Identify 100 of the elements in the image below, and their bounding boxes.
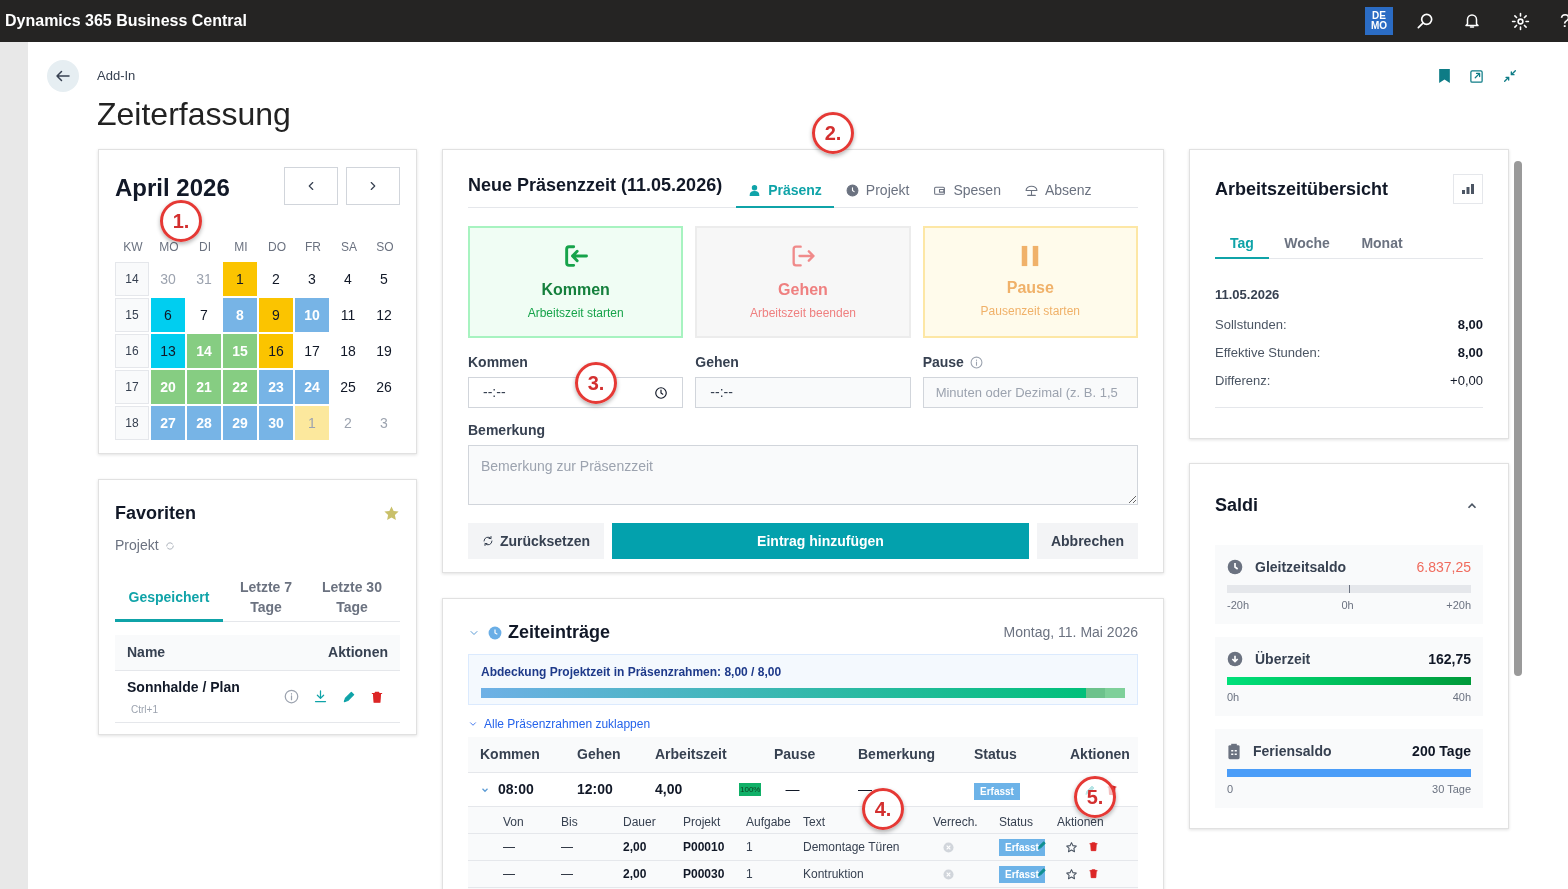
scale-label: 0h [1341, 598, 1354, 613]
field-label: Bemerkung [468, 421, 547, 440]
table-cell-text: 08:00 [498, 780, 534, 799]
star-icon [383, 505, 400, 522]
chart-button[interactable] [1453, 174, 1483, 204]
add-entry-button[interactable]: Eintrag hinzufügen [612, 523, 1029, 559]
calendar-day[interactable]: 18 [331, 334, 365, 368]
column-header: Bis [561, 813, 578, 831]
column-header: Kommen [480, 745, 541, 764]
section-title: Zeiteinträge [508, 621, 611, 644]
balance-value: 6.837,25 [1416, 557, 1471, 577]
table-cell-text: 4,00 [655, 780, 684, 799]
week-number: 14 [115, 262, 149, 296]
settings-icon [1511, 11, 1530, 31]
zero-marker [1349, 585, 1350, 593]
scale-label: +20h [1446, 598, 1471, 613]
table-cell-text: P00010 [683, 839, 726, 856]
x-circle-icon [943, 868, 954, 880]
calendar-day[interactable]: 2 [331, 406, 365, 440]
entry-type-tab[interactable]: Absenz [1012, 174, 1104, 208]
user-badge[interactable]: DE MO [1365, 7, 1393, 35]
pause-input[interactable]: Minuten oder Dezimal (z. B. 1,5 [922, 377, 1138, 408]
bookmark-icon[interactable] [1438, 68, 1451, 84]
collapse-all-link[interactable]: Alle Präsenzrahmen zuklappen [484, 715, 651, 733]
collapse-icon [1502, 68, 1518, 84]
cancel-button[interactable]: Abbrechen [1037, 523, 1138, 559]
calendar-day[interactable]: 30 [151, 262, 185, 296]
overview-date: 11.05.2026 [1215, 286, 1281, 304]
calendar-day[interactable]: 25 [331, 370, 365, 404]
entry-type-tab[interactable]: Projekt [833, 174, 922, 208]
app-title: Dynamics 365 Business Central [5, 11, 247, 31]
column-header: Name [127, 643, 166, 662]
search-icon [1415, 11, 1435, 31]
calendar-day[interactable]: 5 [367, 262, 401, 296]
table-cell-text: — [503, 866, 516, 883]
favorites-tab[interactable]: Letzte 7 Tage [223, 574, 309, 622]
table-cell-text: Kontruktion [803, 866, 865, 883]
scale-label: 0h [1227, 690, 1240, 705]
scale-label: 30 Tage [1432, 782, 1471, 797]
calendar-day[interactable]: 4 [331, 262, 365, 296]
remark-field[interactable]: Bemerkung zur Präsenzzeit [468, 445, 1138, 505]
bell-icon [1463, 12, 1481, 30]
column-header: Projekt [683, 813, 721, 831]
calendar-day[interactable]: 2 [259, 262, 293, 296]
star-icon [1065, 867, 1078, 881]
table-cell-text: 12:00 [577, 780, 614, 799]
balance-label: Gleitzeitsaldo [1255, 557, 1347, 577]
entry-type-tab[interactable]: Präsenz [736, 174, 834, 208]
download-circle-icon [1227, 651, 1243, 667]
scale-label: 40h [1452, 690, 1471, 705]
clock-icon [845, 183, 859, 197]
calendar-day[interactable]: 9 [259, 298, 293, 332]
entry-type-tab[interactable]: Spesen [921, 174, 1013, 208]
clipboard-icon [1227, 742, 1241, 760]
coverage-label: Abdeckung Projektzeit in Präsenzrahmen: 8,00 / 8,00 [481, 664, 783, 681]
calendar-day[interactable]: 12 [367, 298, 401, 332]
calendar-day[interactable]: 3 [367, 406, 401, 440]
column-header: Status [974, 745, 1018, 764]
reset-button[interactable]: Zurücksetzen [468, 523, 604, 559]
column-header: Pause [773, 745, 817, 764]
column-header: Von [503, 813, 524, 831]
clock-icon [1227, 559, 1243, 575]
bar-chart-icon [1462, 184, 1474, 194]
calendar-day[interactable]: 3 [295, 262, 329, 296]
period-tab[interactable]: Monat [1345, 230, 1419, 259]
calendar-day[interactable]: 11 [331, 298, 365, 332]
favorites-subtitle: Projekt [115, 536, 159, 555]
status-badge: Erfasst [974, 782, 1020, 800]
calendar-day[interactable]: 16 [259, 334, 293, 368]
popout-icon [1469, 68, 1484, 84]
field-label: Kommen [468, 353, 529, 372]
back-button[interactable] [47, 60, 79, 92]
time-action-button[interactable]: Kommen Arbeitszeit starten [468, 226, 684, 338]
balance-value: 200 Tage [1412, 741, 1471, 761]
calendar-day[interactable]: 26 [367, 370, 401, 404]
saldi-title: Saldi [1215, 494, 1258, 517]
period-tab[interactable]: Tag [1215, 230, 1269, 259]
calendar-day[interactable]: 6 [151, 298, 185, 332]
stat-label: Differenz: [1215, 371, 1271, 390]
favorites-title: Favoriten [115, 502, 197, 525]
favorite-name: Sonnhalde / Plan [127, 677, 240, 697]
page-title: Zeiterfassung [97, 95, 291, 134]
table-cell-text: Demontage Türen [803, 839, 901, 856]
info-icon [284, 689, 299, 704]
favorites-tab[interactable]: Letzte 30 Tage [309, 574, 395, 622]
calendar-day[interactable]: 31 [187, 262, 221, 296]
week-number: 16 [115, 334, 149, 368]
table-cell-text: — [561, 866, 574, 883]
calendar-day[interactable]: 7 [187, 298, 221, 332]
calendar-day[interactable]: 19 [367, 334, 401, 368]
status-badge: Erfasst [999, 839, 1045, 856]
calendar-day[interactable]: 1 [223, 262, 257, 296]
weekday-header: SO [375, 239, 395, 256]
calendar-day[interactable]: 17 [295, 334, 329, 368]
favorites-tab[interactable]: Gespeichert [115, 574, 223, 622]
weekday-header: DI [198, 239, 212, 256]
column-header: Aufgabe [746, 813, 791, 831]
calendar-day[interactable]: 13 [151, 334, 185, 368]
period-tab[interactable]: Woche [1269, 230, 1345, 259]
time-input[interactable]: --:-- [695, 377, 911, 408]
